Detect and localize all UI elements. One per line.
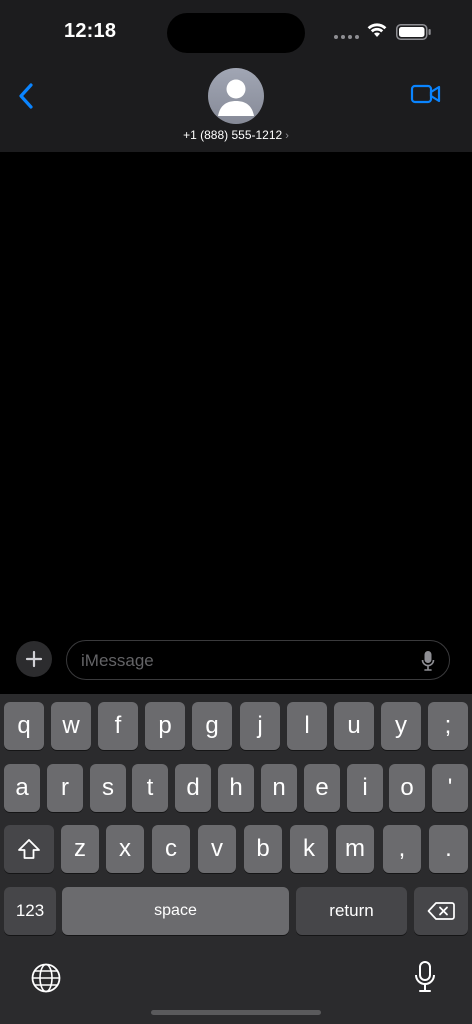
key-w[interactable]: w — [51, 702, 91, 750]
key-o[interactable]: o — [389, 764, 425, 812]
key-y[interactable]: y — [381, 702, 421, 750]
key-b[interactable]: b — [244, 825, 282, 873]
key-x[interactable]: x — [106, 825, 144, 873]
key-h[interactable]: h — [218, 764, 254, 812]
dynamic-island — [167, 13, 305, 53]
delete-key[interactable] — [414, 887, 468, 935]
key-p[interactable]: p — [145, 702, 185, 750]
keyboard: q w f p g j l u y ; a r s t d h n e i o … — [0, 694, 472, 1024]
message-input[interactable]: iMessage — [66, 640, 450, 680]
battery-icon — [396, 24, 431, 40]
key-apostrophe[interactable]: ' — [432, 764, 468, 812]
key-v[interactable]: v — [198, 825, 236, 873]
key-s[interactable]: s — [90, 764, 126, 812]
chevron-right-icon: › — [285, 130, 289, 142]
key-d[interactable]: d — [175, 764, 211, 812]
apps-button[interactable] — [16, 641, 52, 677]
key-e[interactable]: e — [304, 764, 340, 812]
key-a[interactable]: a — [4, 764, 40, 812]
backspace-icon — [427, 902, 455, 920]
space-key[interactable]: space — [62, 887, 289, 935]
key-g[interactable]: g — [192, 702, 232, 750]
key-j[interactable]: j — [240, 702, 280, 750]
chevron-left-icon[interactable] — [14, 80, 42, 112]
microphone-icon[interactable] — [421, 650, 435, 672]
message-placeholder: iMessage — [81, 651, 154, 670]
signal-icon — [334, 35, 359, 39]
key-l[interactable]: l — [287, 702, 327, 750]
conversation-header: +1 (888) 555-1212 › — [0, 62, 472, 152]
key-z[interactable]: z — [61, 825, 99, 873]
key-q[interactable]: q — [4, 702, 44, 750]
key-r[interactable]: r — [47, 764, 83, 812]
status-bar: 12:18 — [0, 0, 472, 62]
person-icon — [218, 79, 254, 116]
avatar[interactable] — [208, 68, 264, 124]
shift-key[interactable] — [4, 825, 54, 873]
key-m[interactable]: m — [336, 825, 374, 873]
shift-icon — [18, 839, 40, 859]
microphone-icon[interactable] — [413, 960, 437, 994]
key-comma[interactable]: , — [383, 825, 421, 873]
contact-name[interactable]: +1 (888) 555-1212 › — [0, 128, 472, 142]
video-camera-icon[interactable] — [410, 82, 442, 106]
wifi-icon — [367, 23, 387, 37]
key-k[interactable]: k — [290, 825, 328, 873]
key-i[interactable]: i — [347, 764, 383, 812]
key-f[interactable]: f — [98, 702, 138, 750]
key-semicolon[interactable]: ; — [428, 702, 468, 750]
composer-bar: iMessage — [0, 632, 472, 694]
globe-icon[interactable] — [30, 962, 62, 994]
message-list[interactable] — [0, 152, 472, 632]
contact-number: +1 (888) 555-1212 — [183, 128, 283, 142]
clock: 12:18 — [64, 20, 117, 42]
plus-icon — [25, 650, 43, 668]
key-period[interactable]: . — [429, 825, 468, 873]
numbers-key[interactable]: 123 — [4, 887, 56, 935]
key-n[interactable]: n — [261, 764, 297, 812]
return-key[interactable]: return — [296, 887, 407, 935]
key-t[interactable]: t — [132, 764, 168, 812]
key-u[interactable]: u — [334, 702, 374, 750]
key-c[interactable]: c — [152, 825, 190, 873]
home-indicator[interactable] — [151, 1010, 321, 1015]
